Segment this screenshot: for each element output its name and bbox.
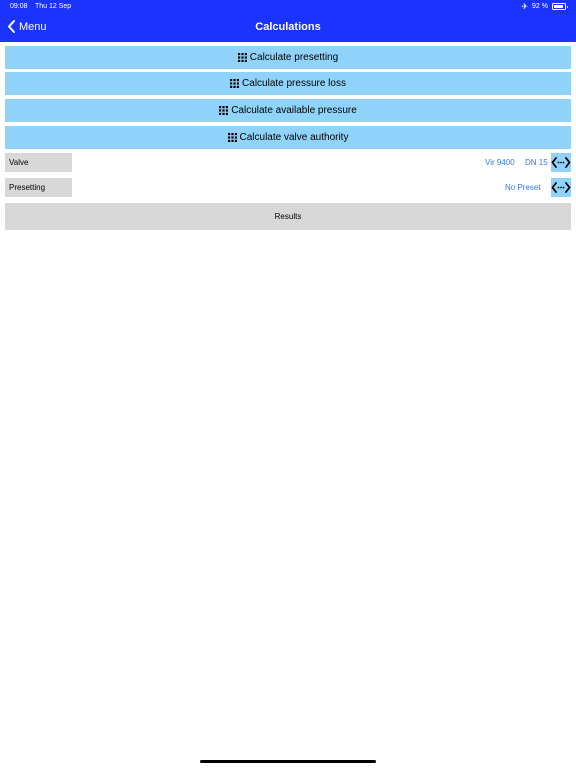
results-button-label: Results: [274, 212, 302, 221]
grid-icon: [237, 53, 247, 62]
battery-icon: [552, 3, 568, 10]
grid-icon: [227, 133, 237, 142]
calculate-presetting-label: Calculate presetting: [249, 52, 339, 63]
calculate-valve-authority-label: Calculate valve authority: [239, 132, 349, 143]
page-title: Calculations: [255, 21, 321, 33]
status-time: 09:08: [10, 3, 28, 10]
status-date: Thu 12 Sep: [35, 3, 72, 10]
battery-fill: [554, 5, 564, 8]
calculations-screen: 09:08 Thu 12 Sep ✈ 92 % Menu Calculation…: [0, 0, 576, 768]
valve-model-value[interactable]: Vir 9400: [485, 158, 515, 167]
home-indicator[interactable]: [200, 760, 376, 763]
airplane-icon: ✈: [521, 2, 529, 11]
results-button[interactable]: Results: [5, 203, 571, 230]
double-arrow-icon: [551, 182, 571, 193]
calculate-presetting-button[interactable]: Calculate presetting: [5, 46, 571, 69]
battery-percent: 92 %: [532, 3, 548, 10]
valve-size-value[interactable]: DN 15: [525, 158, 548, 167]
valve-label: Valve: [5, 153, 72, 172]
navigation-header: 09:08 Thu 12 Sep ✈ 92 % Menu Calculation…: [0, 0, 576, 42]
valve-select-button[interactable]: [551, 153, 571, 172]
grid-icon: [219, 106, 229, 115]
presetting-select-button[interactable]: [551, 178, 571, 197]
calculate-available-pressure-label: Calculate available pressure: [231, 105, 357, 116]
presetting-label: Presetting: [5, 178, 72, 197]
double-arrow-icon: [551, 157, 571, 168]
calculate-pressure-loss-button[interactable]: Calculate pressure loss: [5, 72, 571, 95]
battery-cap: [566, 5, 568, 8]
calculate-pressure-loss-label: Calculate pressure loss: [242, 78, 346, 89]
status-indicators: ✈ 92 %: [521, 2, 568, 11]
calculate-valve-authority-button[interactable]: Calculate valve authority: [5, 126, 571, 149]
presetting-value[interactable]: No Preset: [505, 183, 541, 192]
calculate-available-pressure-button[interactable]: Calculate available pressure: [5, 99, 571, 122]
grid-icon: [230, 79, 240, 88]
